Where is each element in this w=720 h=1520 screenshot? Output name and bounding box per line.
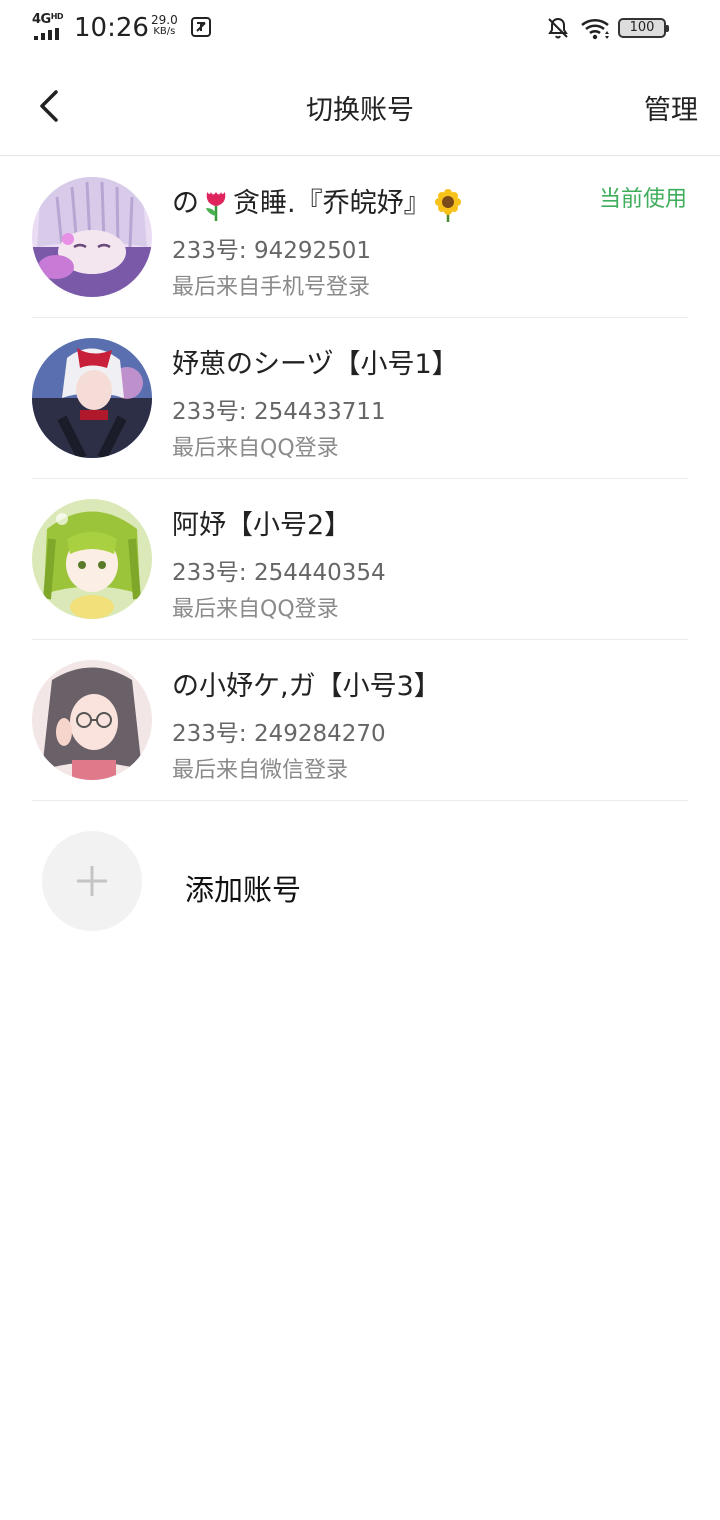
notification-app-icon xyxy=(191,17,211,37)
manage-button[interactable]: 管理 xyxy=(644,88,698,127)
avatar xyxy=(32,660,152,780)
account-name: 阿妤【小号2】 xyxy=(172,510,352,541)
account-login-source: 最后来自手机号登录 xyxy=(172,275,371,300)
speed-unit: KB/s xyxy=(153,26,176,37)
avatar xyxy=(32,499,152,619)
bell-off-icon xyxy=(546,16,570,40)
account-name: 妤葸のシーヅ【小号1】 xyxy=(172,349,459,380)
network-speed: 29.0 KB/s xyxy=(151,14,178,38)
account-name-main: 贪睡.『乔皖妤』 xyxy=(233,188,431,219)
account-id: 233号: 249284270 xyxy=(172,721,386,747)
battery-icon: 100 xyxy=(618,18,669,38)
account-id: 233号: 254433711 xyxy=(172,399,386,425)
sunflower-emoji xyxy=(433,188,463,222)
account-list: の贪睡.『乔皖妤』 233号: 94292501 最后来自手机号登录 当前使用 … xyxy=(0,157,720,801)
account-id: 233号: 254440354 xyxy=(172,560,386,586)
add-account-label[interactable]: 添加账号 xyxy=(185,867,301,909)
speed-value: 29.0 xyxy=(151,13,178,27)
account-name-prefix: の xyxy=(172,188,199,219)
header-bar: 切换账号 管理 xyxy=(0,58,720,156)
add-account-button[interactable] xyxy=(42,831,142,931)
account-name: の小妤ケ,ガ【小号3】 xyxy=(172,671,441,702)
add-account-row[interactable]: 添加账号 xyxy=(0,801,720,961)
avatar xyxy=(32,338,152,458)
avatar xyxy=(32,177,152,297)
cellular-signal-icon: 4GHD xyxy=(32,12,68,42)
network-type: 4G xyxy=(32,12,51,27)
plus-icon xyxy=(72,861,112,901)
account-login-source: 最后来自微信登录 xyxy=(172,758,349,783)
status-bar: 4GHD 10:26 29.0 KB/s 100 xyxy=(0,0,720,58)
account-item[interactable]: 妤葸のシーヅ【小号1】 233号: 254433711 最后来自QQ登录 xyxy=(0,318,720,479)
account-login-source: 最后来自QQ登录 xyxy=(172,436,339,461)
account-item[interactable]: の 贪睡.『乔皖妤』 233号: 94292501 最后来自手机号登录 当前使用 xyxy=(0,157,720,318)
status-time: 10:26 xyxy=(74,13,149,43)
account-id: 233号: 94292501 xyxy=(172,238,372,264)
network-hd: HD xyxy=(50,12,64,21)
account-login-source: 最后来自QQ登录 xyxy=(172,597,339,622)
account-item[interactable]: 阿妤【小号2】 233号: 254440354 最后来自QQ登录 xyxy=(0,479,720,640)
account-item[interactable]: の小妤ケ,ガ【小号3】 233号: 249284270 最后来自微信登录 xyxy=(0,640,720,801)
wifi-icon xyxy=(580,17,612,41)
tulip-emoji xyxy=(201,188,231,222)
page-title: 切换账号 xyxy=(306,95,414,126)
current-account-badge: 当前使用 xyxy=(598,187,687,212)
account-name: の 贪睡.『乔皖妤』 xyxy=(172,181,465,222)
